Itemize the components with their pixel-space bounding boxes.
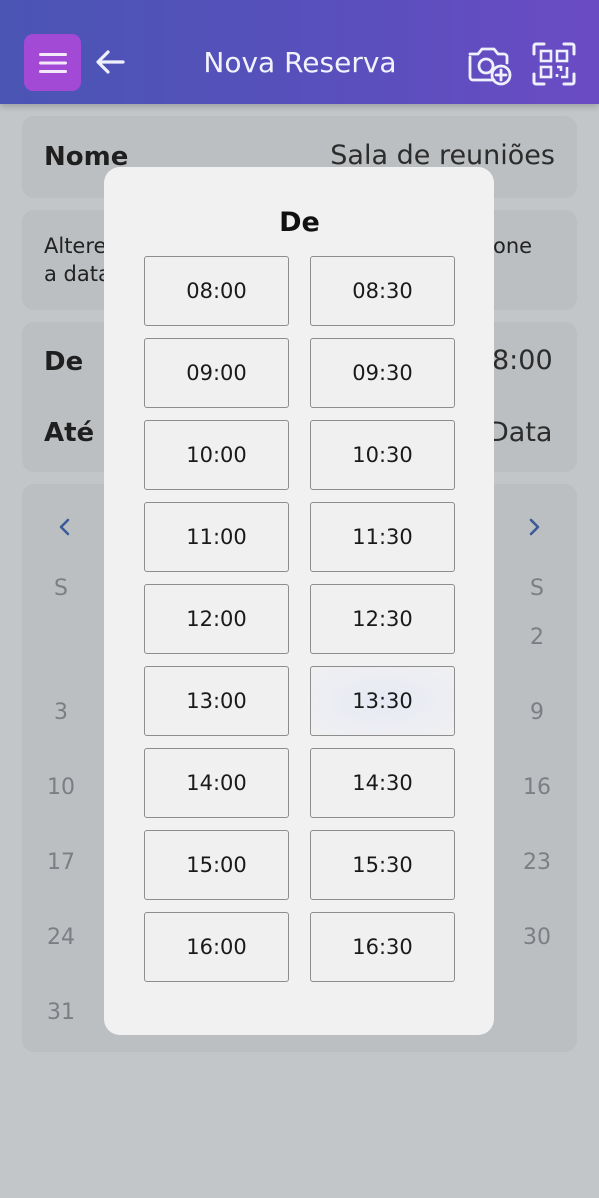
- qr-scan-icon: [532, 42, 576, 86]
- time-slot-button[interactable]: 14:30: [310, 748, 455, 818]
- calendar-day[interactable]: 16: [515, 775, 559, 801]
- time-slot-button[interactable]: 11:00: [144, 502, 289, 572]
- to-label: Até: [44, 418, 95, 448]
- time-slot-button[interactable]: 14:00: [144, 748, 289, 818]
- to-value[interactable]: Data: [488, 417, 552, 449]
- from-label: De: [44, 347, 84, 377]
- time-slot-button[interactable]: 08:00: [144, 256, 289, 326]
- calendar-day[interactable]: 24: [39, 925, 83, 951]
- calendar-day[interactable]: 2: [515, 625, 559, 651]
- add-photo-button[interactable]: [464, 40, 512, 88]
- calendar-day[interactable]: 30: [515, 925, 559, 951]
- calendar-day[interactable]: 9: [515, 700, 559, 726]
- time-slot-button[interactable]: 09:00: [144, 338, 289, 408]
- calendar-day[interactable]: 31: [39, 1000, 83, 1026]
- calendar-day[interactable]: 17: [39, 850, 83, 876]
- page-title: Nova Reserva: [203, 46, 397, 79]
- time-slot-button[interactable]: 13:30: [310, 666, 455, 736]
- calendar-day[interactable]: 3: [39, 700, 83, 726]
- camera-add-icon: [468, 47, 512, 86]
- time-slot-button[interactable]: 11:30: [310, 502, 455, 572]
- time-slot-button[interactable]: 15:30: [310, 830, 455, 900]
- calendar-day[interactable]: 10: [39, 775, 83, 801]
- time-picker-title: De: [279, 207, 320, 238]
- time-slot-button[interactable]: 10:30: [310, 420, 455, 490]
- time-slot-button[interactable]: 16:30: [310, 912, 455, 982]
- next-month-icon[interactable]: [522, 515, 546, 539]
- back-arrow-icon: [96, 50, 125, 74]
- time-slot-button[interactable]: 16:00: [144, 912, 289, 982]
- weekday-label: S: [530, 576, 544, 601]
- weekday-label: S: [54, 576, 68, 601]
- time-slot-grid: 08:00 08:30 09:00 09:30 10:00 10:30 11:0…: [144, 256, 455, 982]
- from-value[interactable]: 8:00: [492, 345, 553, 377]
- back-button[interactable]: [92, 42, 128, 82]
- time-slot-button[interactable]: 09:30: [310, 338, 455, 408]
- time-slot-button[interactable]: 12:00: [144, 584, 289, 654]
- time-slot-button[interactable]: 12:30: [310, 584, 455, 654]
- menu-button[interactable]: [24, 34, 81, 91]
- time-slot-button[interactable]: 13:00: [144, 666, 289, 736]
- time-slot-button[interactable]: 10:00: [144, 420, 289, 490]
- qr-scan-button[interactable]: [530, 40, 578, 88]
- info-text-line2-left: a data: [44, 262, 111, 286]
- menu-icon: [38, 52, 67, 73]
- time-slot-button[interactable]: 15:00: [144, 830, 289, 900]
- app-header: Nova Reserva: [0, 0, 599, 104]
- prev-month-icon[interactable]: [53, 515, 77, 539]
- time-slot-button[interactable]: 08:30: [310, 256, 455, 326]
- calendar-day[interactable]: 23: [515, 850, 559, 876]
